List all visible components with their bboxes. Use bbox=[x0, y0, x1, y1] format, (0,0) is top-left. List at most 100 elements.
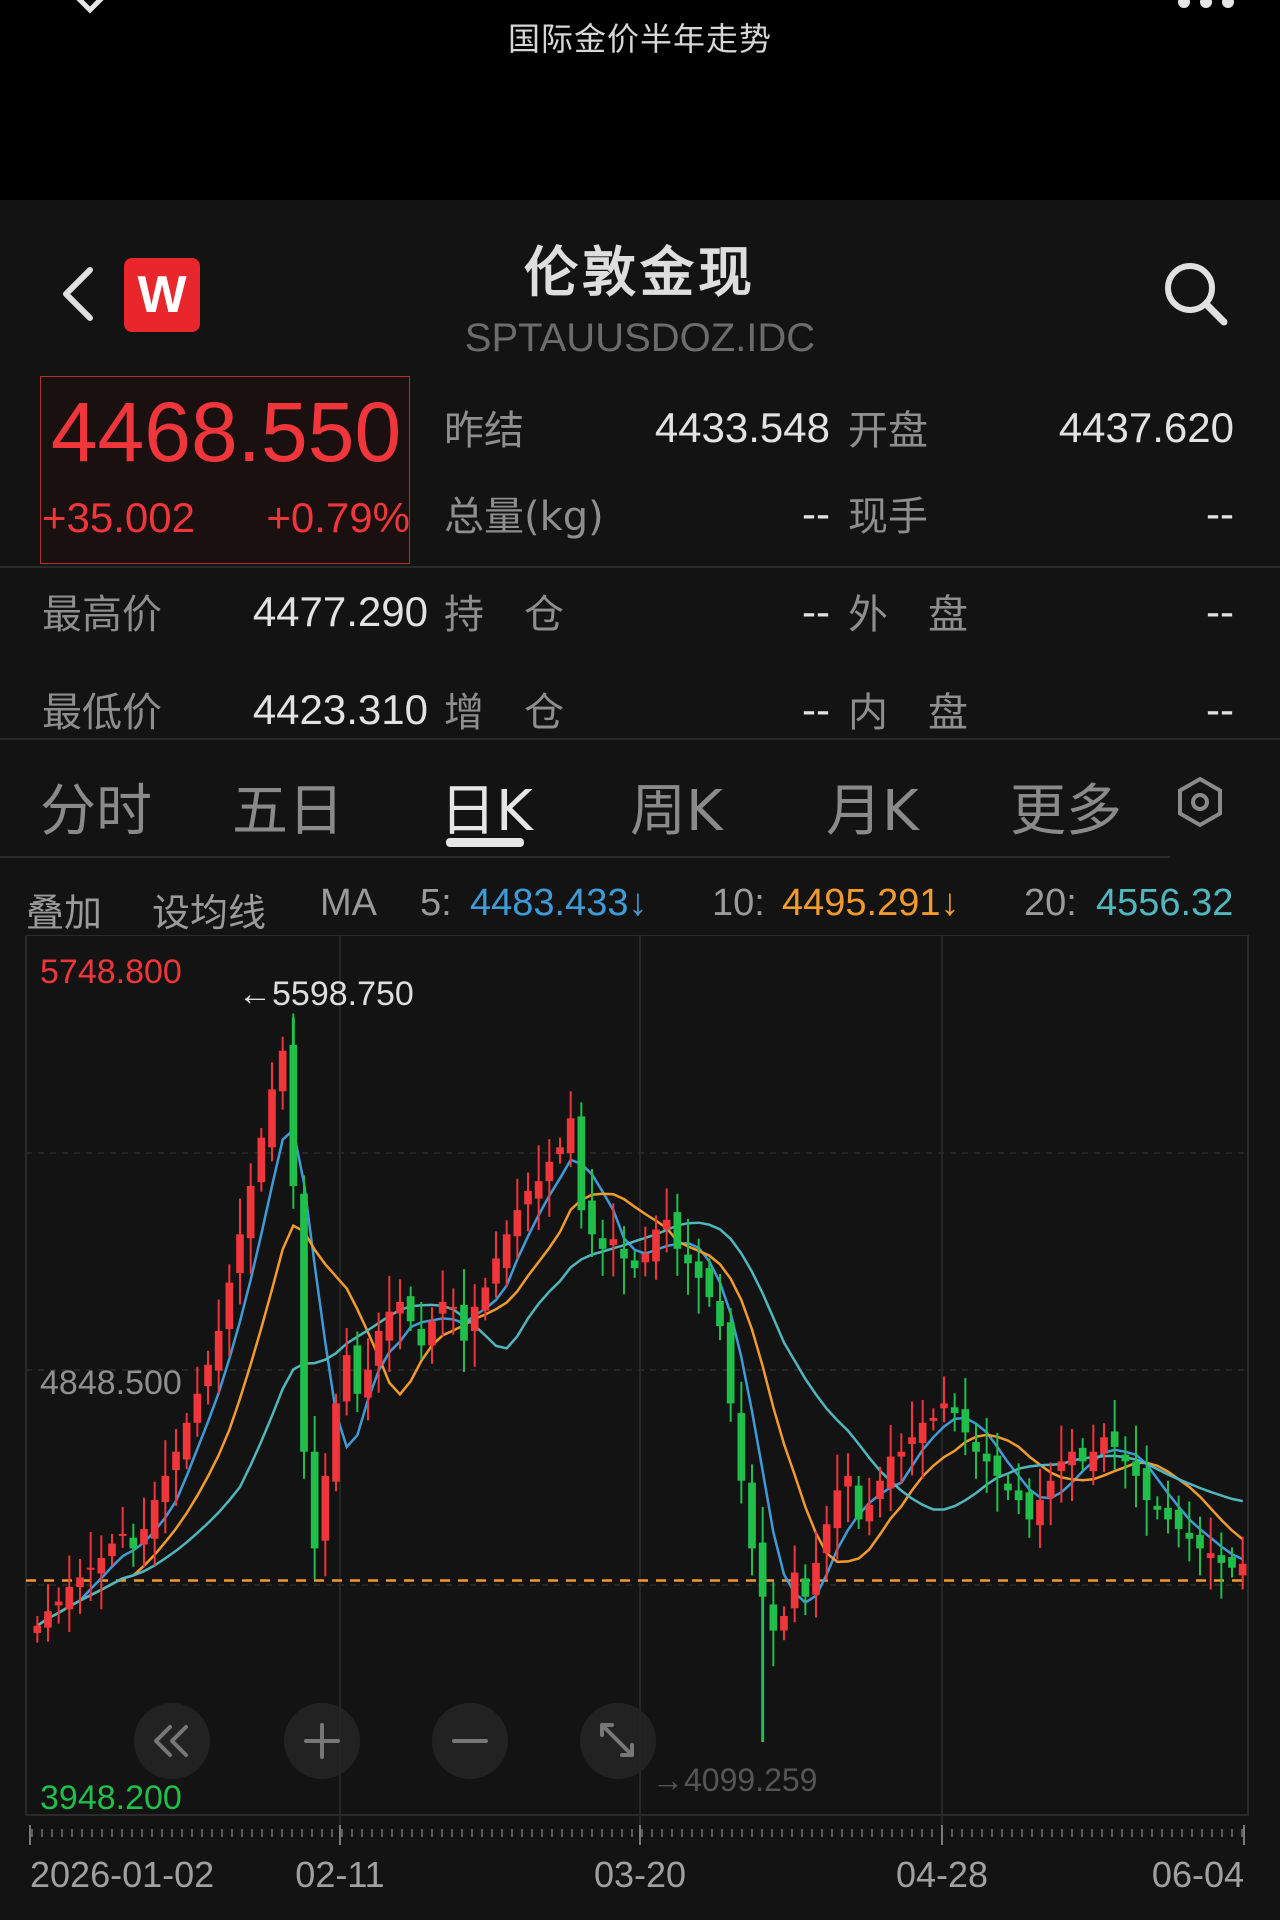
candle-body bbox=[438, 1301, 447, 1314]
candle-body bbox=[1153, 1505, 1162, 1510]
candle-body bbox=[769, 1604, 778, 1631]
open-label: 开盘 bbox=[848, 408, 928, 454]
x-axis-label: 2026-01-02 bbox=[30, 1854, 214, 1895]
candle-body bbox=[54, 1601, 63, 1606]
ma-label: MA bbox=[320, 882, 377, 924]
candle-body bbox=[182, 1422, 191, 1460]
candle-body bbox=[566, 1118, 575, 1154]
candle-body bbox=[1121, 1454, 1130, 1462]
candle-body bbox=[897, 1451, 906, 1457]
current-hand-label: 现手 bbox=[848, 494, 928, 540]
candle-body bbox=[385, 1311, 394, 1341]
candle-body bbox=[1217, 1555, 1226, 1563]
zoom-in-button[interactable] bbox=[284, 1703, 360, 1779]
tab-intraday[interactable]: 分时 bbox=[40, 766, 152, 847]
tab-five-day[interactable]: 五日 bbox=[232, 766, 344, 847]
open-interest-label: 持 仓 bbox=[444, 592, 564, 638]
candle-body bbox=[588, 1200, 596, 1235]
candle-body bbox=[502, 1234, 511, 1269]
search-icon[interactable] bbox=[1160, 258, 1232, 330]
zoom-out-button[interactable] bbox=[432, 1703, 508, 1779]
candle-body bbox=[1174, 1509, 1183, 1530]
candle-body bbox=[1014, 1490, 1023, 1501]
x-axis-label: 06-04 bbox=[1152, 1854, 1244, 1895]
y-axis-label: 3948.200 bbox=[40, 1779, 182, 1817]
candle-body bbox=[1068, 1451, 1076, 1466]
candle-body bbox=[118, 1533, 127, 1536]
candle-body bbox=[129, 1537, 138, 1549]
ma20-value: 4556.32 bbox=[1096, 882, 1234, 924]
set-ma-button[interactable]: 设均线 bbox=[152, 882, 266, 937]
settings-icon[interactable] bbox=[1174, 776, 1226, 828]
candle-body bbox=[630, 1260, 639, 1269]
candle-body bbox=[470, 1306, 479, 1331]
candle-body bbox=[865, 1504, 874, 1522]
candle-body bbox=[1142, 1468, 1151, 1501]
candlestick-chart[interactable]: 5748.800 4848.500 3948.200 ←5598.750 →4099.2… bbox=[0, 935, 1280, 1920]
candle-body bbox=[950, 1407, 959, 1414]
candle-body bbox=[1025, 1492, 1034, 1520]
candle-body bbox=[76, 1577, 84, 1588]
outer-volume-label: 外 盘 bbox=[848, 592, 968, 638]
tab-month-k[interactable]: 月K bbox=[826, 766, 919, 847]
more-options-icon[interactable] bbox=[1176, 0, 1236, 12]
candle-body bbox=[1110, 1431, 1119, 1447]
divider bbox=[0, 566, 1280, 568]
chart-zoom-controls bbox=[134, 1703, 656, 1779]
candle-body bbox=[460, 1304, 468, 1341]
ma5-value: 4483.433↓ bbox=[470, 882, 648, 924]
candle-body bbox=[876, 1480, 884, 1500]
candle-body bbox=[1100, 1437, 1108, 1454]
candle-body bbox=[97, 1558, 106, 1574]
candle-body bbox=[364, 1369, 372, 1398]
tab-day-k[interactable]: 日K bbox=[440, 766, 533, 847]
candle-body bbox=[854, 1485, 863, 1520]
tab-more[interactable]: 更多 bbox=[1010, 766, 1122, 847]
y-axis-label: 4848.500 bbox=[40, 1364, 182, 1402]
candle-body bbox=[620, 1248, 628, 1259]
candle-body bbox=[161, 1475, 170, 1503]
candle-body bbox=[1057, 1461, 1066, 1472]
tab-week-k[interactable]: 周K bbox=[630, 766, 723, 847]
ma5-label: 5: bbox=[420, 882, 452, 924]
candle-body bbox=[1046, 1480, 1055, 1499]
candle-body bbox=[1036, 1500, 1044, 1526]
candle-body bbox=[812, 1562, 820, 1595]
candle-body bbox=[972, 1442, 980, 1452]
candle-body bbox=[726, 1322, 735, 1404]
candle-body bbox=[662, 1219, 671, 1230]
current-hand-value: -- bbox=[1206, 490, 1234, 537]
candle-body bbox=[716, 1301, 724, 1327]
candle-body bbox=[705, 1268, 714, 1298]
candle-body bbox=[513, 1210, 522, 1237]
candle-body bbox=[33, 1625, 42, 1633]
instrument-name: 伦敦金现 bbox=[524, 241, 756, 304]
active-tab-indicator bbox=[446, 838, 524, 847]
open-interest-value: -- bbox=[802, 588, 830, 635]
candle-body bbox=[246, 1186, 255, 1239]
low-label: 最低价 bbox=[42, 690, 162, 736]
candle-body bbox=[1228, 1557, 1236, 1568]
candle-body bbox=[908, 1437, 916, 1445]
x-axis-label: 03-20 bbox=[594, 1854, 686, 1895]
prev-close-value: 4433.548 bbox=[654, 404, 830, 451]
candle-body bbox=[982, 1453, 991, 1462]
candle-body bbox=[257, 1137, 266, 1183]
candle-body bbox=[790, 1572, 799, 1609]
overlay-button[interactable]: 叠加 bbox=[26, 882, 102, 937]
candle-body bbox=[65, 1587, 74, 1610]
inner-volume-value: -- bbox=[1206, 686, 1234, 733]
candle-body bbox=[1238, 1563, 1247, 1576]
candle-body bbox=[1004, 1483, 1012, 1491]
outer-volume-value: -- bbox=[1206, 588, 1234, 635]
last-price: 4468.550 bbox=[50, 385, 402, 479]
candle-body bbox=[524, 1190, 532, 1205]
candle-body bbox=[1078, 1447, 1087, 1462]
low-marker-label: →4099.259 bbox=[652, 1762, 817, 1798]
fullscreen-button[interactable] bbox=[580, 1703, 656, 1779]
candle-body bbox=[684, 1254, 692, 1264]
candle-body bbox=[310, 1451, 319, 1549]
rewind-button[interactable] bbox=[134, 1703, 210, 1779]
candle-body bbox=[321, 1475, 330, 1541]
high-value: 4477.290 bbox=[252, 588, 428, 635]
